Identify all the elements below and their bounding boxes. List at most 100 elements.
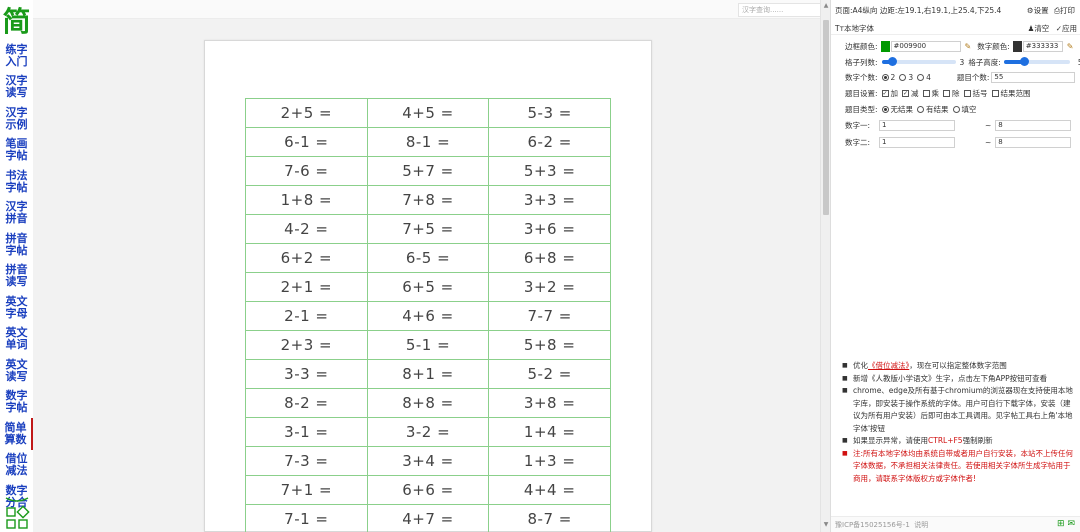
eyedropper-icon[interactable]: ✎ <box>965 42 972 51</box>
nav-item[interactable]: 英文读写 <box>0 355 33 387</box>
radio-type-no-result[interactable] <box>881 105 889 113</box>
equation-cell: 2+5 = <box>245 98 368 128</box>
share-icon[interactable]: ⊞ <box>1057 519 1065 529</box>
op-checkbox-label: 加 <box>890 88 899 98</box>
radio-digit-4[interactable] <box>917 73 925 81</box>
op-checkbox[interactable]: ✓ <box>881 89 889 97</box>
num1-max-input[interactable]: 8 <box>995 119 1072 131</box>
nav-item[interactable]: 数字字帖 <box>0 387 33 419</box>
equation-cell: 1+8 = <box>245 185 368 215</box>
equation-cell: 4+7 = <box>366 504 490 532</box>
equation-cell: 8-1 = <box>366 127 490 157</box>
nav-item[interactable]: 拼音读写 <box>0 261 33 293</box>
height-slider[interactable] <box>1003 57 1070 66</box>
equation-cell: 2+1 = <box>245 272 368 302</box>
op-checkbox[interactable] <box>943 89 951 97</box>
radio-digit-3[interactable] <box>899 73 907 81</box>
logo[interactable]: 简 <box>0 0 33 40</box>
main-scrollbar[interactable]: ▲ ▼ <box>820 0 830 532</box>
equation-cell: 6+6 = <box>366 475 490 505</box>
num1-label: 数字一: <box>845 120 871 130</box>
range-sep: ~ <box>985 137 992 147</box>
borrow-subtraction-link[interactable]: 《借位减法》 <box>868 361 909 370</box>
nav-item[interactable]: 练字入门 <box>0 40 33 72</box>
scroll-up-icon[interactable]: ▲ <box>822 2 830 10</box>
radio-label: 无结果 <box>890 104 914 114</box>
scroll-down-icon[interactable]: ▼ <box>822 521 830 529</box>
nav-item-label: 练字入门 <box>5 42 28 68</box>
equation-cell: 6-2 = <box>488 127 611 157</box>
nav-item[interactable]: 英文字母 <box>0 292 33 324</box>
equation-cell: 7-7 = <box>488 301 611 331</box>
equation-cell: 3+2 = <box>488 272 611 302</box>
num2-label: 数字二: <box>845 137 871 147</box>
print-button[interactable]: 打印 <box>1060 6 1075 15</box>
num2-max-input[interactable]: 8 <box>995 136 1072 148</box>
app-grid-icon[interactable] <box>4 496 30 530</box>
border-color-swatch[interactable] <box>880 40 890 52</box>
top-bar: 汉字查询...... <box>33 0 854 19</box>
nav-item[interactable]: 汉字读写 <box>0 72 33 104</box>
notes-list: 优化《借位减法》，现在可以指定整体数字范围 新增《人教版小学语文》生字，点击左下… <box>839 360 1075 485</box>
feedback-icon[interactable]: ✉ <box>1067 519 1075 529</box>
op-checkbox[interactable] <box>922 89 930 97</box>
equation-cell: 7-6 = <box>245 156 368 186</box>
note-text: 优化 <box>853 361 868 370</box>
radio-type-fill-blank[interactable] <box>952 105 960 113</box>
equation-cell: 7+8 = <box>366 185 490 215</box>
question-type-row: 题目类型: 无结果 有结果 填空 <box>845 103 977 115</box>
equation-cell: 3-1 = <box>245 417 368 447</box>
op-checkbox-label: 括号 <box>972 88 988 98</box>
question-settings-row: 题目设置: ✓ 加 ✓ 减乘除括号 结果范围 <box>845 87 1031 99</box>
nav-item-label: 汉字示例 <box>5 105 28 131</box>
worksheet-row: 7+1 = 6+6 = 4+4 = <box>245 475 611 505</box>
cols-slider[interactable] <box>881 57 956 66</box>
nav-item[interactable]: 简单算数 <box>0 418 33 450</box>
op-checkbox[interactable] <box>991 89 999 97</box>
footer-extra[interactable]: 说明 <box>914 521 928 529</box>
equation-cell: 6-1 = <box>245 127 368 157</box>
settings-button[interactable]: 设置 <box>1034 6 1049 15</box>
nav-list: 练字入门汉字读写 汉字示例笔画字帖 书法字帖 汉字拼音 拼音字帖 拼音读写 英文字母英文单词… <box>0 40 33 513</box>
gear-icon[interactable]: ⚙ <box>1027 6 1034 15</box>
nav-item[interactable]: 书法字帖 <box>0 166 33 198</box>
radio-label: 有结果 <box>926 104 949 114</box>
note-text: ，现在可以指定整体数字范围 <box>909 361 1007 370</box>
border-color-input[interactable]: #009900 <box>890 40 961 52</box>
question-type-label: 题目类型: <box>845 104 878 114</box>
local-font-button[interactable]: Tт本地字体 <box>835 23 874 34</box>
eyedropper-icon[interactable]: ✎ <box>1067 42 1074 51</box>
nav-item[interactable]: 英文单词 <box>0 324 33 356</box>
equation-cell: 3-2 = <box>366 417 490 447</box>
op-checkbox-label: 结果范围 <box>1000 88 1031 98</box>
slider-row: 格子列数: 3 格子高度: 50 <box>845 56 1080 68</box>
nav-item[interactable]: 借位减法 <box>0 450 33 482</box>
scroll-thumb[interactable] <box>823 20 829 215</box>
question-count-input[interactable]: 55 <box>991 71 1076 83</box>
digit-color-input[interactable]: #333333 <box>1022 40 1063 52</box>
op-checkbox[interactable]: ✓ <box>902 89 910 97</box>
worksheet-row: 4-2 = 7+5 = 3+6 = <box>245 214 611 244</box>
nav-item-label: 英文字母 <box>5 294 28 320</box>
nav-item[interactable]: 拼音字帖 <box>0 229 33 261</box>
digit-color-swatch[interactable] <box>1012 40 1022 52</box>
radio-digit-2[interactable] <box>881 73 889 81</box>
equation-cell: 8+1 = <box>366 359 490 389</box>
icp-link[interactable]: 豫ICP备15025156号-1 <box>835 521 910 529</box>
nav-item[interactable]: 汉字示例 <box>0 103 33 135</box>
op-checkbox[interactable] <box>963 89 971 97</box>
worksheet-row: 6+2 = 6-5 = 6+8 = <box>245 243 611 273</box>
num2-min-input[interactable]: 1 <box>879 136 955 148</box>
nav-item[interactable]: 笔画字帖 <box>0 135 33 167</box>
color-row: 边框颜色: #009900 ✎ 数字颜色: #333333 ✎ <box>845 40 1073 52</box>
num1-min-input[interactable]: 1 <box>879 119 955 131</box>
apply-button[interactable]: 应用 <box>1062 24 1077 33</box>
equation-cell: 4-2 = <box>245 214 368 244</box>
clear-button[interactable]: 清空 <box>1034 24 1049 33</box>
cols-label: 格子列数: <box>845 57 878 67</box>
radio-type-with-result[interactable] <box>917 105 925 113</box>
app-root: 简 练字入门汉字读写 汉字示例笔画字帖 书法字帖 汉字拼音 拼音字帖 拼音读写 英文字母英文… <box>0 0 1080 532</box>
worksheet-row: 2+5 = 4+5 = 5-3 = <box>245 98 611 128</box>
op-checkbox-label: 减 <box>911 88 919 98</box>
nav-item[interactable]: 汉字拼音 <box>0 198 33 230</box>
